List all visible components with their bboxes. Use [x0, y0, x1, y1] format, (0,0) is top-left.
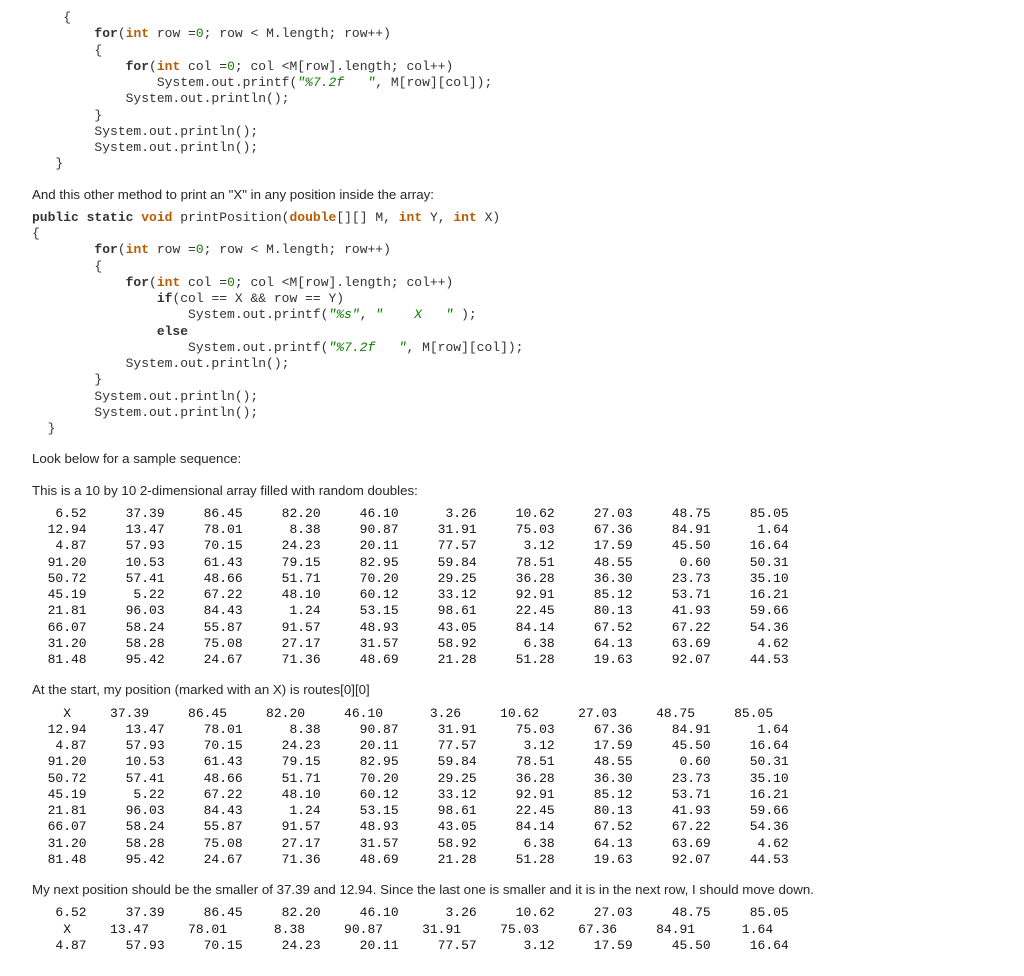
data-grid-initial: 6.52 37.39 86.45 82.20 46.10 3.26 10.62 …: [32, 506, 992, 669]
code-block-printposition: public static void printPosition(double[…: [32, 210, 992, 438]
prose-start-position: At the start, my position (marked with a…: [32, 680, 992, 699]
data-grid-marked-next: 6.52 37.39 86.45 82.20 46.10 3.26 10.62 …: [32, 905, 992, 954]
prose-array-desc: This is a 10 by 10 2-dimensional array f…: [32, 481, 992, 500]
prose-look-below: Look below for a sample sequence:: [32, 449, 992, 468]
data-grid-marked-start: X 37.39 86.45 82.20 46.10 3.26 10.62 27.…: [32, 706, 992, 869]
prose-next-position: My next position should be the smaller o…: [32, 880, 992, 899]
code-block-print-loop: { for(int row =0; row < M.length; row++)…: [32, 10, 992, 173]
prose-intro-printposition: And this other method to print an "X" in…: [32, 185, 992, 204]
